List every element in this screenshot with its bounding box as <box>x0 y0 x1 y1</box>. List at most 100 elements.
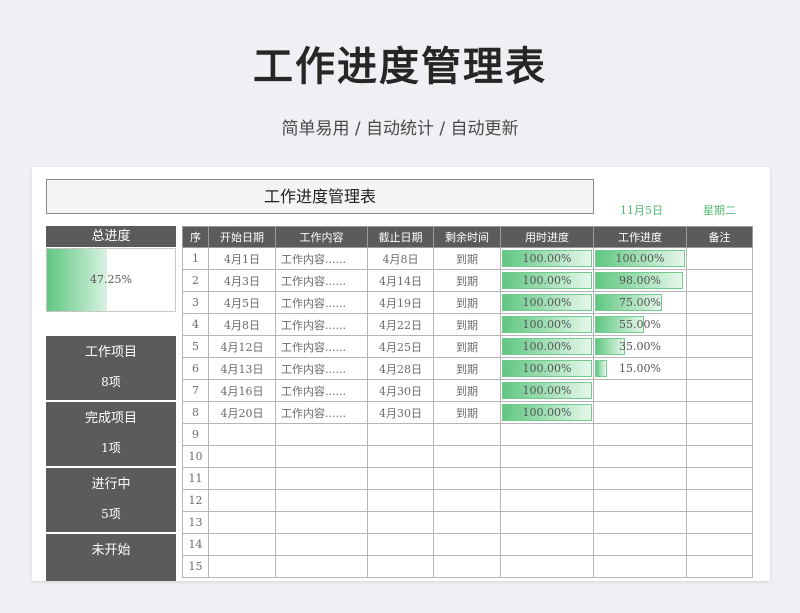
cell-end-date[interactable] <box>367 555 434 578</box>
cell-remaining[interactable] <box>433 445 501 468</box>
cell-remaining[interactable] <box>433 555 501 578</box>
col-header-time-progress[interactable]: 用时进度 <box>500 226 594 248</box>
cell-end-date[interactable]: 4月30日 <box>367 379 434 402</box>
cell-note[interactable] <box>686 247 753 270</box>
cell-work-progress[interactable] <box>593 379 687 402</box>
stat-completed-items[interactable]: 完成项目 1项 <box>46 402 176 467</box>
cell-note[interactable] <box>686 555 753 578</box>
cell-no[interactable]: 8 <box>182 401 209 424</box>
col-header-note[interactable]: 备注 <box>686 226 753 248</box>
cell-remaining[interactable]: 到期 <box>433 379 501 402</box>
cell-remaining[interactable] <box>433 467 501 490</box>
col-header-start-date[interactable]: 开始日期 <box>208 226 276 248</box>
cell-time-progress[interactable] <box>500 533 594 556</box>
cell-end-date[interactable] <box>367 445 434 468</box>
cell-task[interactable]: 工作内容...... <box>275 335 368 358</box>
cell-note[interactable] <box>686 511 753 534</box>
cell-start-date[interactable] <box>208 555 276 578</box>
cell-work-progress[interactable] <box>593 423 687 446</box>
cell-task[interactable]: 工作内容...... <box>275 401 368 424</box>
cell-work-progress[interactable] <box>593 533 687 556</box>
cell-remaining[interactable]: 到期 <box>433 269 501 292</box>
cell-end-date[interactable] <box>367 467 434 490</box>
cell-remaining[interactable]: 到期 <box>433 247 501 270</box>
cell-work-progress[interactable] <box>593 467 687 490</box>
cell-note[interactable] <box>686 467 753 490</box>
cell-end-date[interactable]: 4月8日 <box>367 247 434 270</box>
cell-remaining[interactable] <box>433 489 501 512</box>
cell-time-progress[interactable]: 100.00% <box>500 269 594 292</box>
cell-end-date[interactable]: 4月25日 <box>367 335 434 358</box>
cell-note[interactable] <box>686 489 753 512</box>
col-header-task[interactable]: 工作内容 <box>275 226 368 248</box>
cell-remaining[interactable]: 到期 <box>433 335 501 358</box>
cell-time-progress[interactable]: 100.00% <box>500 313 594 336</box>
cell-start-date[interactable]: 4月1日 <box>208 247 276 270</box>
cell-work-progress[interactable]: 55.00% <box>593 313 687 336</box>
cell-start-date[interactable] <box>208 445 276 468</box>
cell-remaining[interactable]: 到期 <box>433 313 501 336</box>
cell-work-progress[interactable]: 98.00% <box>593 269 687 292</box>
sheet-title-cell[interactable]: 工作进度管理表 <box>46 179 594 214</box>
cell-work-progress[interactable]: 100.00% <box>593 247 687 270</box>
cell-end-date[interactable]: 4月22日 <box>367 313 434 336</box>
cell-no[interactable]: 4 <box>182 313 209 336</box>
cell-task[interactable]: 工作内容...... <box>275 313 368 336</box>
cell-no[interactable]: 3 <box>182 291 209 314</box>
cell-task[interactable] <box>275 423 368 446</box>
cell-start-date[interactable]: 4月5日 <box>208 291 276 314</box>
cell-no[interactable]: 15 <box>182 555 209 578</box>
cell-no[interactable]: 14 <box>182 533 209 556</box>
cell-time-progress[interactable]: 100.00% <box>500 291 594 314</box>
cell-time-progress[interactable]: 100.00% <box>500 379 594 402</box>
cell-start-date[interactable]: 4月16日 <box>208 379 276 402</box>
cell-task[interactable]: 工作内容...... <box>275 357 368 380</box>
cell-remaining[interactable] <box>433 511 501 534</box>
cell-remaining[interactable]: 到期 <box>433 401 501 424</box>
cell-end-date[interactable] <box>367 489 434 512</box>
cell-no[interactable]: 13 <box>182 511 209 534</box>
cell-work-progress[interactable]: 75.00% <box>593 291 687 314</box>
cell-note[interactable] <box>686 423 753 446</box>
cell-time-progress[interactable] <box>500 445 594 468</box>
cell-time-progress[interactable]: 100.00% <box>500 247 594 270</box>
cell-start-date[interactable] <box>208 423 276 446</box>
cell-start-date[interactable] <box>208 467 276 490</box>
cell-end-date[interactable] <box>367 423 434 446</box>
cell-no[interactable]: 10 <box>182 445 209 468</box>
cell-start-date[interactable]: 4月3日 <box>208 269 276 292</box>
cell-task[interactable]: 工作内容...... <box>275 291 368 314</box>
cell-time-progress[interactable]: 100.00% <box>500 357 594 380</box>
cell-start-date[interactable] <box>208 511 276 534</box>
cell-note[interactable] <box>686 445 753 468</box>
cell-remaining[interactable]: 到期 <box>433 291 501 314</box>
col-header-end-date[interactable]: 截止日期 <box>367 226 434 248</box>
cell-task[interactable] <box>275 533 368 556</box>
stat-not-started-items[interactable]: 未开始 <box>46 534 176 581</box>
cell-start-date[interactable]: 4月20日 <box>208 401 276 424</box>
cell-work-progress[interactable]: 35.00% <box>593 335 687 358</box>
stat-in-progress-items[interactable]: 进行中 5项 <box>46 468 176 533</box>
cell-work-progress[interactable] <box>593 401 687 424</box>
col-header-no[interactable]: 序 <box>182 226 209 248</box>
cell-remaining[interactable] <box>433 423 501 446</box>
cell-no[interactable]: 6 <box>182 357 209 380</box>
cell-task[interactable] <box>275 467 368 490</box>
cell-task[interactable] <box>275 511 368 534</box>
cell-work-progress[interactable]: 15.00% <box>593 357 687 380</box>
cell-note[interactable] <box>686 335 753 358</box>
cell-start-date[interactable]: 4月13日 <box>208 357 276 380</box>
cell-no[interactable]: 1 <box>182 247 209 270</box>
cell-end-date[interactable]: 4月30日 <box>367 401 434 424</box>
col-header-remaining[interactable]: 剩余时间 <box>433 226 501 248</box>
col-header-work-progress[interactable]: 工作进度 <box>593 226 687 248</box>
cell-no[interactable]: 12 <box>182 489 209 512</box>
cell-end-date[interactable]: 4月28日 <box>367 357 434 380</box>
cell-time-progress[interactable] <box>500 423 594 446</box>
cell-start-date[interactable]: 4月8日 <box>208 313 276 336</box>
overall-progress-cell[interactable]: 47.25% <box>46 248 176 312</box>
cell-task[interactable]: 工作内容...... <box>275 379 368 402</box>
cell-time-progress[interactable] <box>500 489 594 512</box>
cell-start-date[interactable] <box>208 489 276 512</box>
cell-note[interactable] <box>686 269 753 292</box>
